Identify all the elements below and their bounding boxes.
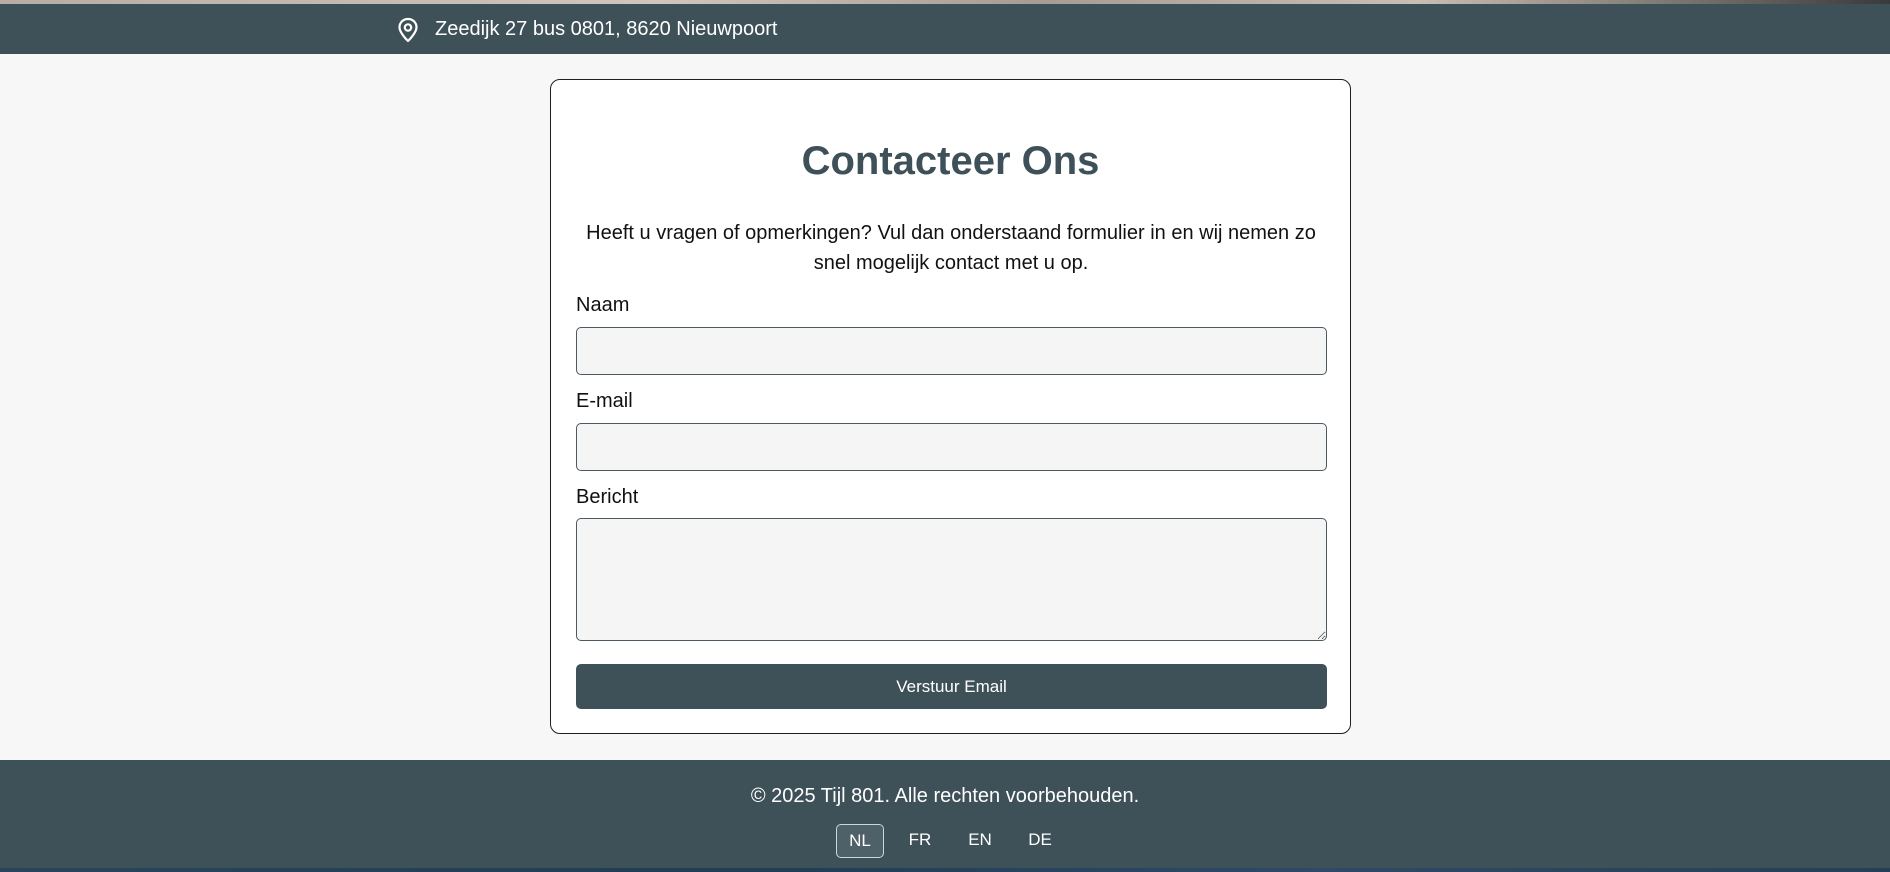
map-pin-icon	[396, 17, 420, 43]
name-field[interactable]	[576, 327, 1327, 375]
send-email-button[interactable]: Verstuur Email	[576, 664, 1327, 709]
page-title: Contacteer Ons	[801, 139, 1100, 183]
copyright-text: © 2025 Tijl 801. Alle rechten voorbehoud…	[750, 785, 1140, 807]
address-text: Zeedijk 27 bus 0801, 8620 Nieuwpoort	[435, 18, 778, 40]
language-nl-button[interactable]: NL	[836, 824, 884, 858]
email-field[interactable]	[576, 423, 1327, 471]
intro-text: Heeft u vragen of opmerkingen? Vul dan o…	[586, 222, 1316, 274]
language-de-button[interactable]: DE	[1016, 824, 1064, 858]
email-label: E-mail	[576, 390, 633, 412]
footer: © 2025 Tijl 801. Alle rechten voorbehoud…	[0, 760, 1890, 872]
language-en-button[interactable]: EN	[956, 824, 1004, 858]
language-fr-button[interactable]: FR	[896, 824, 944, 858]
name-label: Naam	[576, 294, 630, 316]
message-label: Bericht	[576, 486, 639, 508]
message-field[interactable]	[576, 518, 1327, 641]
contact-card: Contacteer Ons Heeft u vragen of opmerki…	[550, 79, 1351, 734]
address-bar: Zeedijk 27 bus 0801, 8620 Nieuwpoort	[0, 4, 1890, 54]
bottom-image-strip	[0, 868, 1890, 872]
